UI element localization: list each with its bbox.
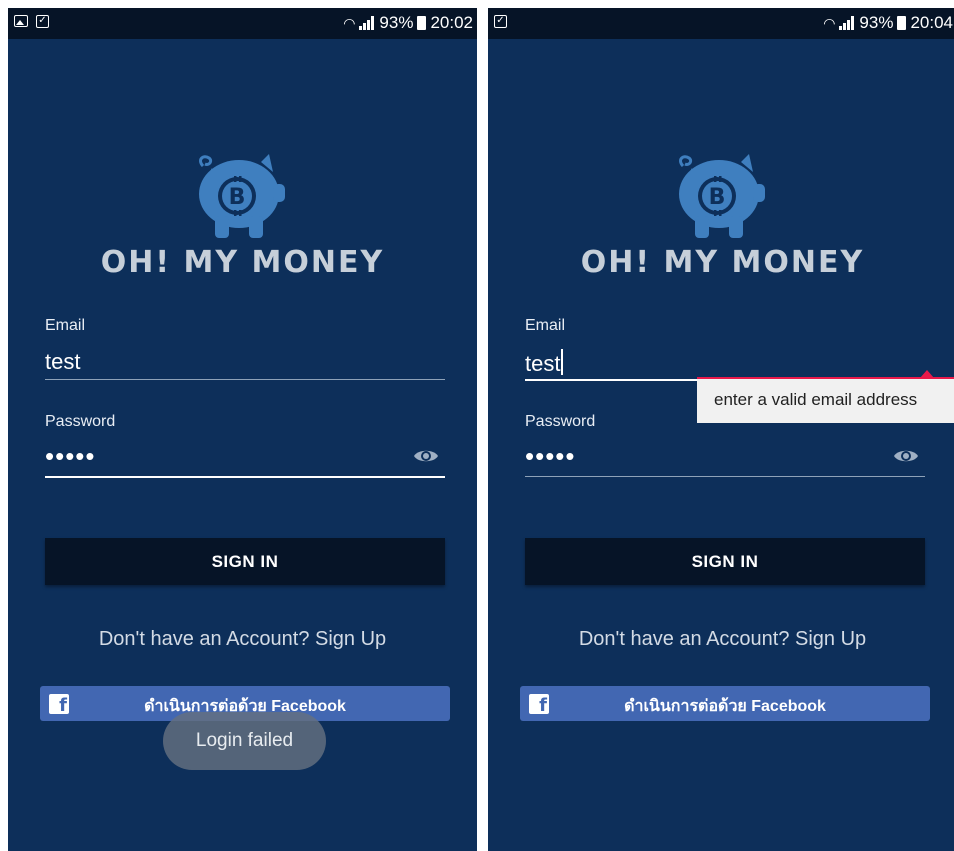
password-field[interactable]: ••••• xyxy=(45,443,96,469)
password-label: Password xyxy=(525,413,596,430)
login-failed-toast: Login failed xyxy=(163,712,326,770)
text-cursor xyxy=(561,349,564,375)
email-field[interactable]: test xyxy=(525,349,564,377)
battery-icon xyxy=(417,16,427,30)
wifi-icon: ◠ xyxy=(823,14,836,31)
email-label: Email xyxy=(525,317,566,334)
app-title: OH! MY MONEY xyxy=(100,245,385,280)
facebook-login-label: ดำเนินการต่อด้วย Facebook xyxy=(624,698,826,715)
checkbox-notification-icon: ✓ xyxy=(494,15,507,28)
battery-icon xyxy=(897,16,907,30)
clock: 20:04 xyxy=(910,13,953,32)
gallery-notification-icon xyxy=(14,15,28,27)
password-underline xyxy=(45,476,445,478)
login-screen-invalid-email: ✓ ◠ 93% 20:04 B OH! MY MONEY Email test … xyxy=(488,8,954,851)
sign-in-button[interactable]: SIGN IN xyxy=(45,538,445,585)
email-field[interactable]: test xyxy=(45,349,80,375)
piggy-bank-bitcoin-icon: B xyxy=(679,154,765,238)
signal-icon xyxy=(359,16,375,30)
wifi-icon: ◠ xyxy=(343,14,356,31)
app-title: OH! MY MONEY xyxy=(580,245,865,280)
email-value: test xyxy=(525,351,561,376)
email-label: Email xyxy=(45,317,86,334)
piggy-bank-bitcoin-icon: B xyxy=(199,154,285,238)
status-bar: ✓ ◠ 93% 20:02 xyxy=(8,8,477,39)
signal-icon xyxy=(839,16,855,30)
email-underline xyxy=(45,379,445,380)
battery-percent: 93% xyxy=(379,13,414,32)
login-screen-failed: ✓ ◠ 93% 20:02 B OH! MY MONEY Email test … xyxy=(8,8,477,851)
eye-icon[interactable] xyxy=(413,446,439,466)
clock: 20:02 xyxy=(430,13,473,32)
email-error-popup: enter a valid email address xyxy=(697,377,954,423)
password-field[interactable]: ••••• xyxy=(525,443,576,469)
sign-in-button[interactable]: SIGN IN xyxy=(525,538,925,585)
battery-percent: 93% xyxy=(859,13,894,32)
status-bar: ✓ ◠ 93% 20:04 xyxy=(488,8,954,39)
checkbox-notification-icon: ✓ xyxy=(36,15,49,28)
facebook-login-button[interactable]: f ดำเนินการต่อด้วย Facebook xyxy=(520,686,930,721)
sign-up-link[interactable]: Don't have an Account? Sign Up xyxy=(8,628,477,651)
password-label: Password xyxy=(45,413,116,430)
password-underline xyxy=(525,476,925,477)
svg-text:B: B xyxy=(229,185,246,210)
sign-up-link[interactable]: Don't have an Account? Sign Up xyxy=(488,628,954,651)
svg-text:B: B xyxy=(709,185,726,210)
eye-icon[interactable] xyxy=(893,446,919,466)
